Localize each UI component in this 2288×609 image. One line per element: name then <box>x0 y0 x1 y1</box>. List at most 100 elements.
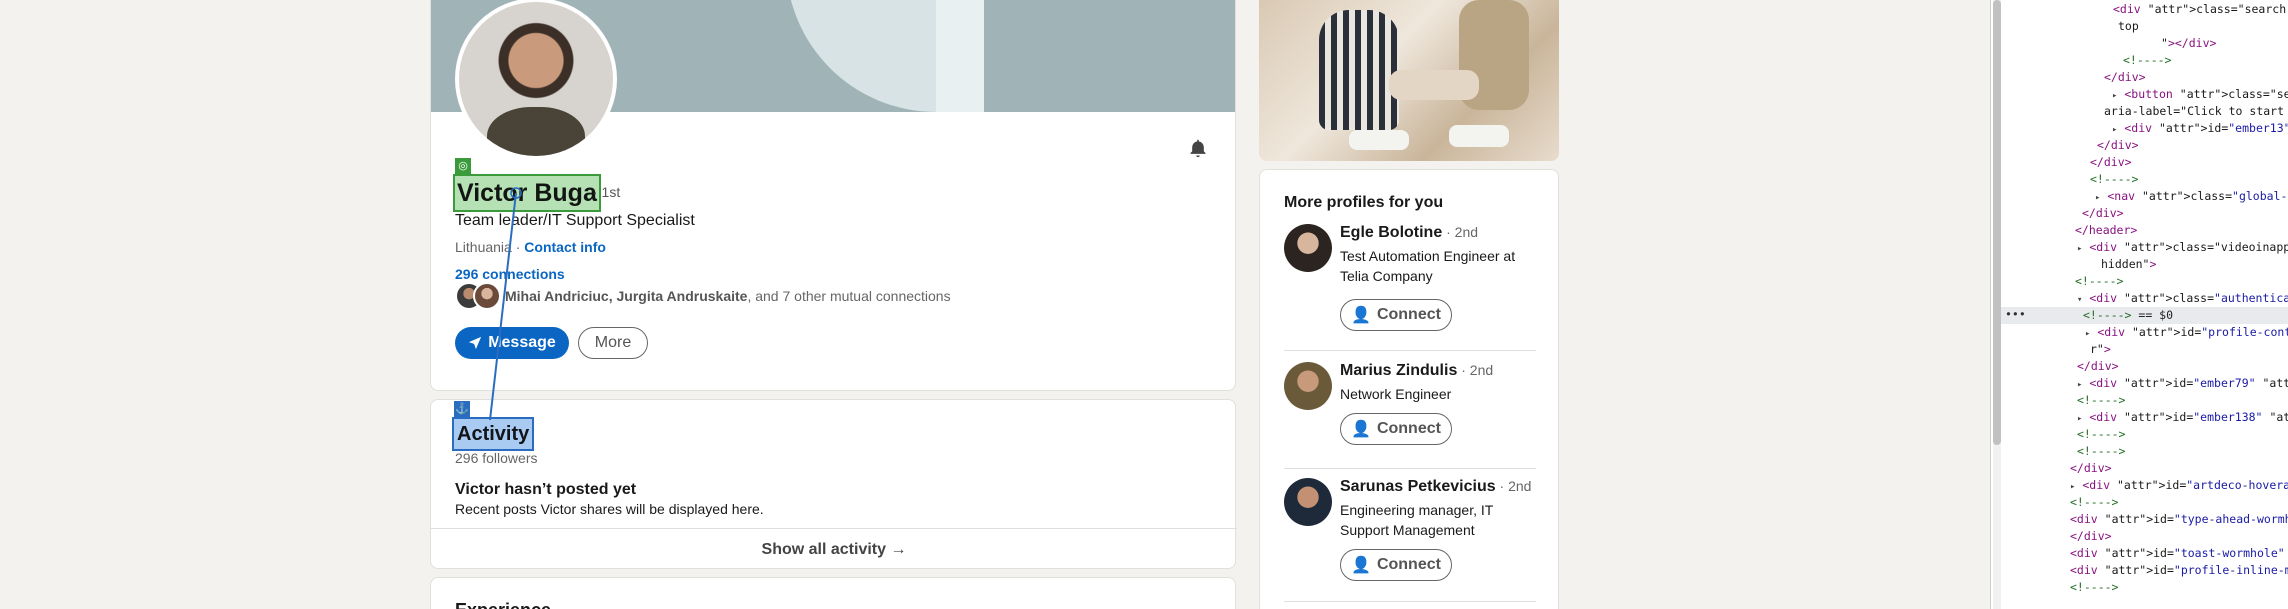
add-person-icon: 👤 <box>1351 421 1371 438</box>
dom-node-line[interactable]: <!----> <box>2070 494 2118 511</box>
dom-node-line[interactable]: </div> <box>2104 69 2146 86</box>
list-item[interactable]: Sarunas Petkevicius · 2nd Engineering ma… <box>1284 478 1536 598</box>
mutual-names: Mihai Andriciuc, Jurgita Andruskaite <box>505 288 748 304</box>
dom-node-line[interactable]: <!----> <box>2077 392 2125 409</box>
profile-name: Victor Buga <box>453 174 601 212</box>
dom-node-line[interactable]: <!----> <box>2077 443 2125 460</box>
connections-link[interactable]: 296 connections <box>455 266 565 282</box>
mutual-avatar <box>473 282 501 310</box>
profile-headline: Test Automation Engineer at Telia Compan… <box>1340 248 1516 284</box>
profile-name[interactable]: Marius Zindulis <box>1340 362 1457 379</box>
profile-name[interactable]: Egle Bolotine <box>1340 224 1442 241</box>
dom-node-line[interactable]: top <box>2118 18 2139 35</box>
more-profiles-card: More profiles for you Egle Bolotine · 2n… <box>1259 169 1559 609</box>
expand-triangle-icon: ▸ <box>2077 244 2083 254</box>
dom-node-line[interactable]: <!----> <box>2123 52 2171 69</box>
expand-triangle-icon: ▸ <box>2070 482 2076 492</box>
dom-node-line[interactable]: <!----> <box>2090 171 2138 188</box>
more-dots-icon[interactable]: ••• <box>2005 307 2026 321</box>
degree: · 2nd <box>1457 362 1494 378</box>
profile-top-card: ◎ Victor Buga · 1st Team leader/IT Suppo… <box>430 0 1236 391</box>
avatar[interactable] <box>1284 478 1332 526</box>
experience-card: Experience <box>430 577 1236 609</box>
connect-button[interactable]: 👤 Connect <box>1340 299 1452 331</box>
no-post-title: Victor hasn’t posted yet <box>455 481 637 498</box>
bell-icon[interactable] <box>1188 138 1208 158</box>
dom-node-line[interactable]: </div> <box>2070 528 2112 545</box>
devtools-scrollbar[interactable] <box>1993 0 2001 609</box>
profile-location: Lithuania · Contact info <box>455 239 606 255</box>
message-button[interactable]: Message <box>455 327 569 359</box>
divider <box>1284 468 1536 469</box>
avatar[interactable] <box>1284 362 1332 410</box>
show-all-activity-button[interactable]: Show all activity → <box>431 528 1237 570</box>
dom-node-line[interactable]: </header> <box>2075 222 2137 239</box>
connect-label: Connect <box>1376 556 1441 573</box>
dom-node-line[interactable]: <div "attr">id="profile-inline-modal-out… <box>2070 562 2288 579</box>
dom-node-line[interactable]: </div> <box>2097 137 2139 154</box>
send-icon <box>469 336 482 350</box>
profile-name[interactable]: Sarunas Petkevicius <box>1340 478 1496 495</box>
list-item[interactable]: Marius Zindulis · 2nd Network Engineer 👤… <box>1284 362 1536 462</box>
highlight-target-icon: ◎ <box>455 158 471 174</box>
dom-node-line[interactable]: <div "attr">id="type-ahead-wormhole" "at… <box>2070 511 2288 528</box>
add-person-icon: 👤 <box>1351 557 1371 574</box>
dom-node-line[interactable]: <!----> <box>2070 579 2118 596</box>
expand-triangle-icon: ▸ <box>2077 380 2083 390</box>
promo-image[interactable] <box>1259 0 1559 161</box>
dom-node-line[interactable]: <div "attr">class="search-global- <box>2113 1 2288 18</box>
dom-node-line[interactable]: ▸ <div "attr">id="ember138" "attr">class… <box>2077 409 2288 426</box>
degree: · 2nd <box>1442 224 1479 240</box>
profile-headline: Engineering manager, IT Support Manageme… <box>1340 502 1494 538</box>
divider <box>1284 350 1536 351</box>
dom-node-line[interactable]: ▸ <div "attr">id="profile-content" "attr… <box>2085 324 2288 341</box>
list-item[interactable]: Egle Bolotine · 2nd Test Automation Engi… <box>1284 224 1536 344</box>
experience-title: Experience <box>455 600 551 609</box>
dom-node-line[interactable]: ▸ <div "attr">id="ember79" "attr">class=… <box>2077 375 2288 392</box>
dom-node-line[interactable]: </div> <box>2082 205 2124 222</box>
anchor-icon: ⚓ <box>454 401 470 417</box>
more-profiles-title: More profiles for you <box>1284 194 1444 211</box>
dom-node-line[interactable]: ▸ <div "attr">id="ember13" "attr">class=… <box>2112 120 2288 137</box>
connect-button[interactable]: 👤 Connect <box>1340 549 1452 581</box>
dom-node-line[interactable]: ▸ <div "attr">id="artdeco-hoverable-outl… <box>2070 477 2288 494</box>
dom-node-line[interactable]: <!----> <box>2075 273 2123 290</box>
expand-triangle-icon: ▸ <box>2077 414 2083 424</box>
connect-label: Connect <box>1376 306 1441 323</box>
avatar[interactable] <box>1284 224 1332 272</box>
expand-triangle-icon: ▸ <box>2112 125 2118 135</box>
profile-headline: Team leader/IT Support Specialist <box>455 212 695 229</box>
mutual-connections[interactable]: Mihai Andriciuc, Jurgita Andruskaite, an… <box>455 282 951 310</box>
connect-button[interactable]: 👤 Connect <box>1340 413 1452 445</box>
contact-info-link[interactable]: Contact info <box>524 239 606 255</box>
dom-node-line[interactable]: <!----> <box>2077 426 2125 443</box>
dom-node-line[interactable]: </div> <box>2077 358 2119 375</box>
dom-node-line[interactable]: </div> <box>2090 154 2132 171</box>
profile-avatar[interactable] <box>455 0 617 160</box>
dom-node-line[interactable]: "></div> <box>2161 35 2216 52</box>
scrollbar-thumb[interactable] <box>1993 0 2001 445</box>
activity-title: Activity <box>451 417 535 451</box>
dom-node-line[interactable]: ▾ <div "attr">class="authentication-outl… <box>2077 290 2288 307</box>
dom-node-line[interactable]: ▸ <nav "attr">class="global-nav__nav" ar <box>2095 188 2288 205</box>
no-post-subtitle: Recent posts Victor shares will be displ… <box>455 501 764 517</box>
degree: · 2nd <box>1495 478 1532 494</box>
expand-triangle-icon: ▾ <box>2077 295 2083 305</box>
dom-node-line[interactable]: hidden"> <box>2101 256 2156 273</box>
dom-node-line[interactable]: ▸ <button "attr">class="search-global <box>2112 86 2288 103</box>
more-button[interactable]: More <box>578 327 648 359</box>
devtools-elements-panel[interactable]: ••• <div "attr">class="search-global-top… <box>1990 0 2288 609</box>
activity-card: ⚓ Activity 296 followers Victor hasn’t p… <box>430 399 1237 570</box>
dom-node-line[interactable]: <div "attr">id="toast-wormhole" "attr">c… <box>2070 545 2288 562</box>
dom-node-line[interactable]: ▸ <div "attr">class="videoinappalert-ina… <box>2077 239 2288 256</box>
dom-node-line[interactable]: r"> <box>2090 341 2111 358</box>
dom-node-line[interactable]: aria-label="Click to start a <box>2104 103 2288 120</box>
connection-degree: · 1st <box>593 184 621 200</box>
message-button-label: Message <box>488 334 556 351</box>
divider <box>1284 601 1536 602</box>
mutual-suffix: , and 7 other mutual connections <box>747 288 951 304</box>
dom-node-line[interactable]: </div> <box>2070 460 2112 477</box>
add-person-icon: 👤 <box>1351 307 1371 324</box>
connect-label: Connect <box>1376 420 1441 437</box>
dom-node-line[interactable]: <!----> == $0 <box>2083 307 2173 324</box>
